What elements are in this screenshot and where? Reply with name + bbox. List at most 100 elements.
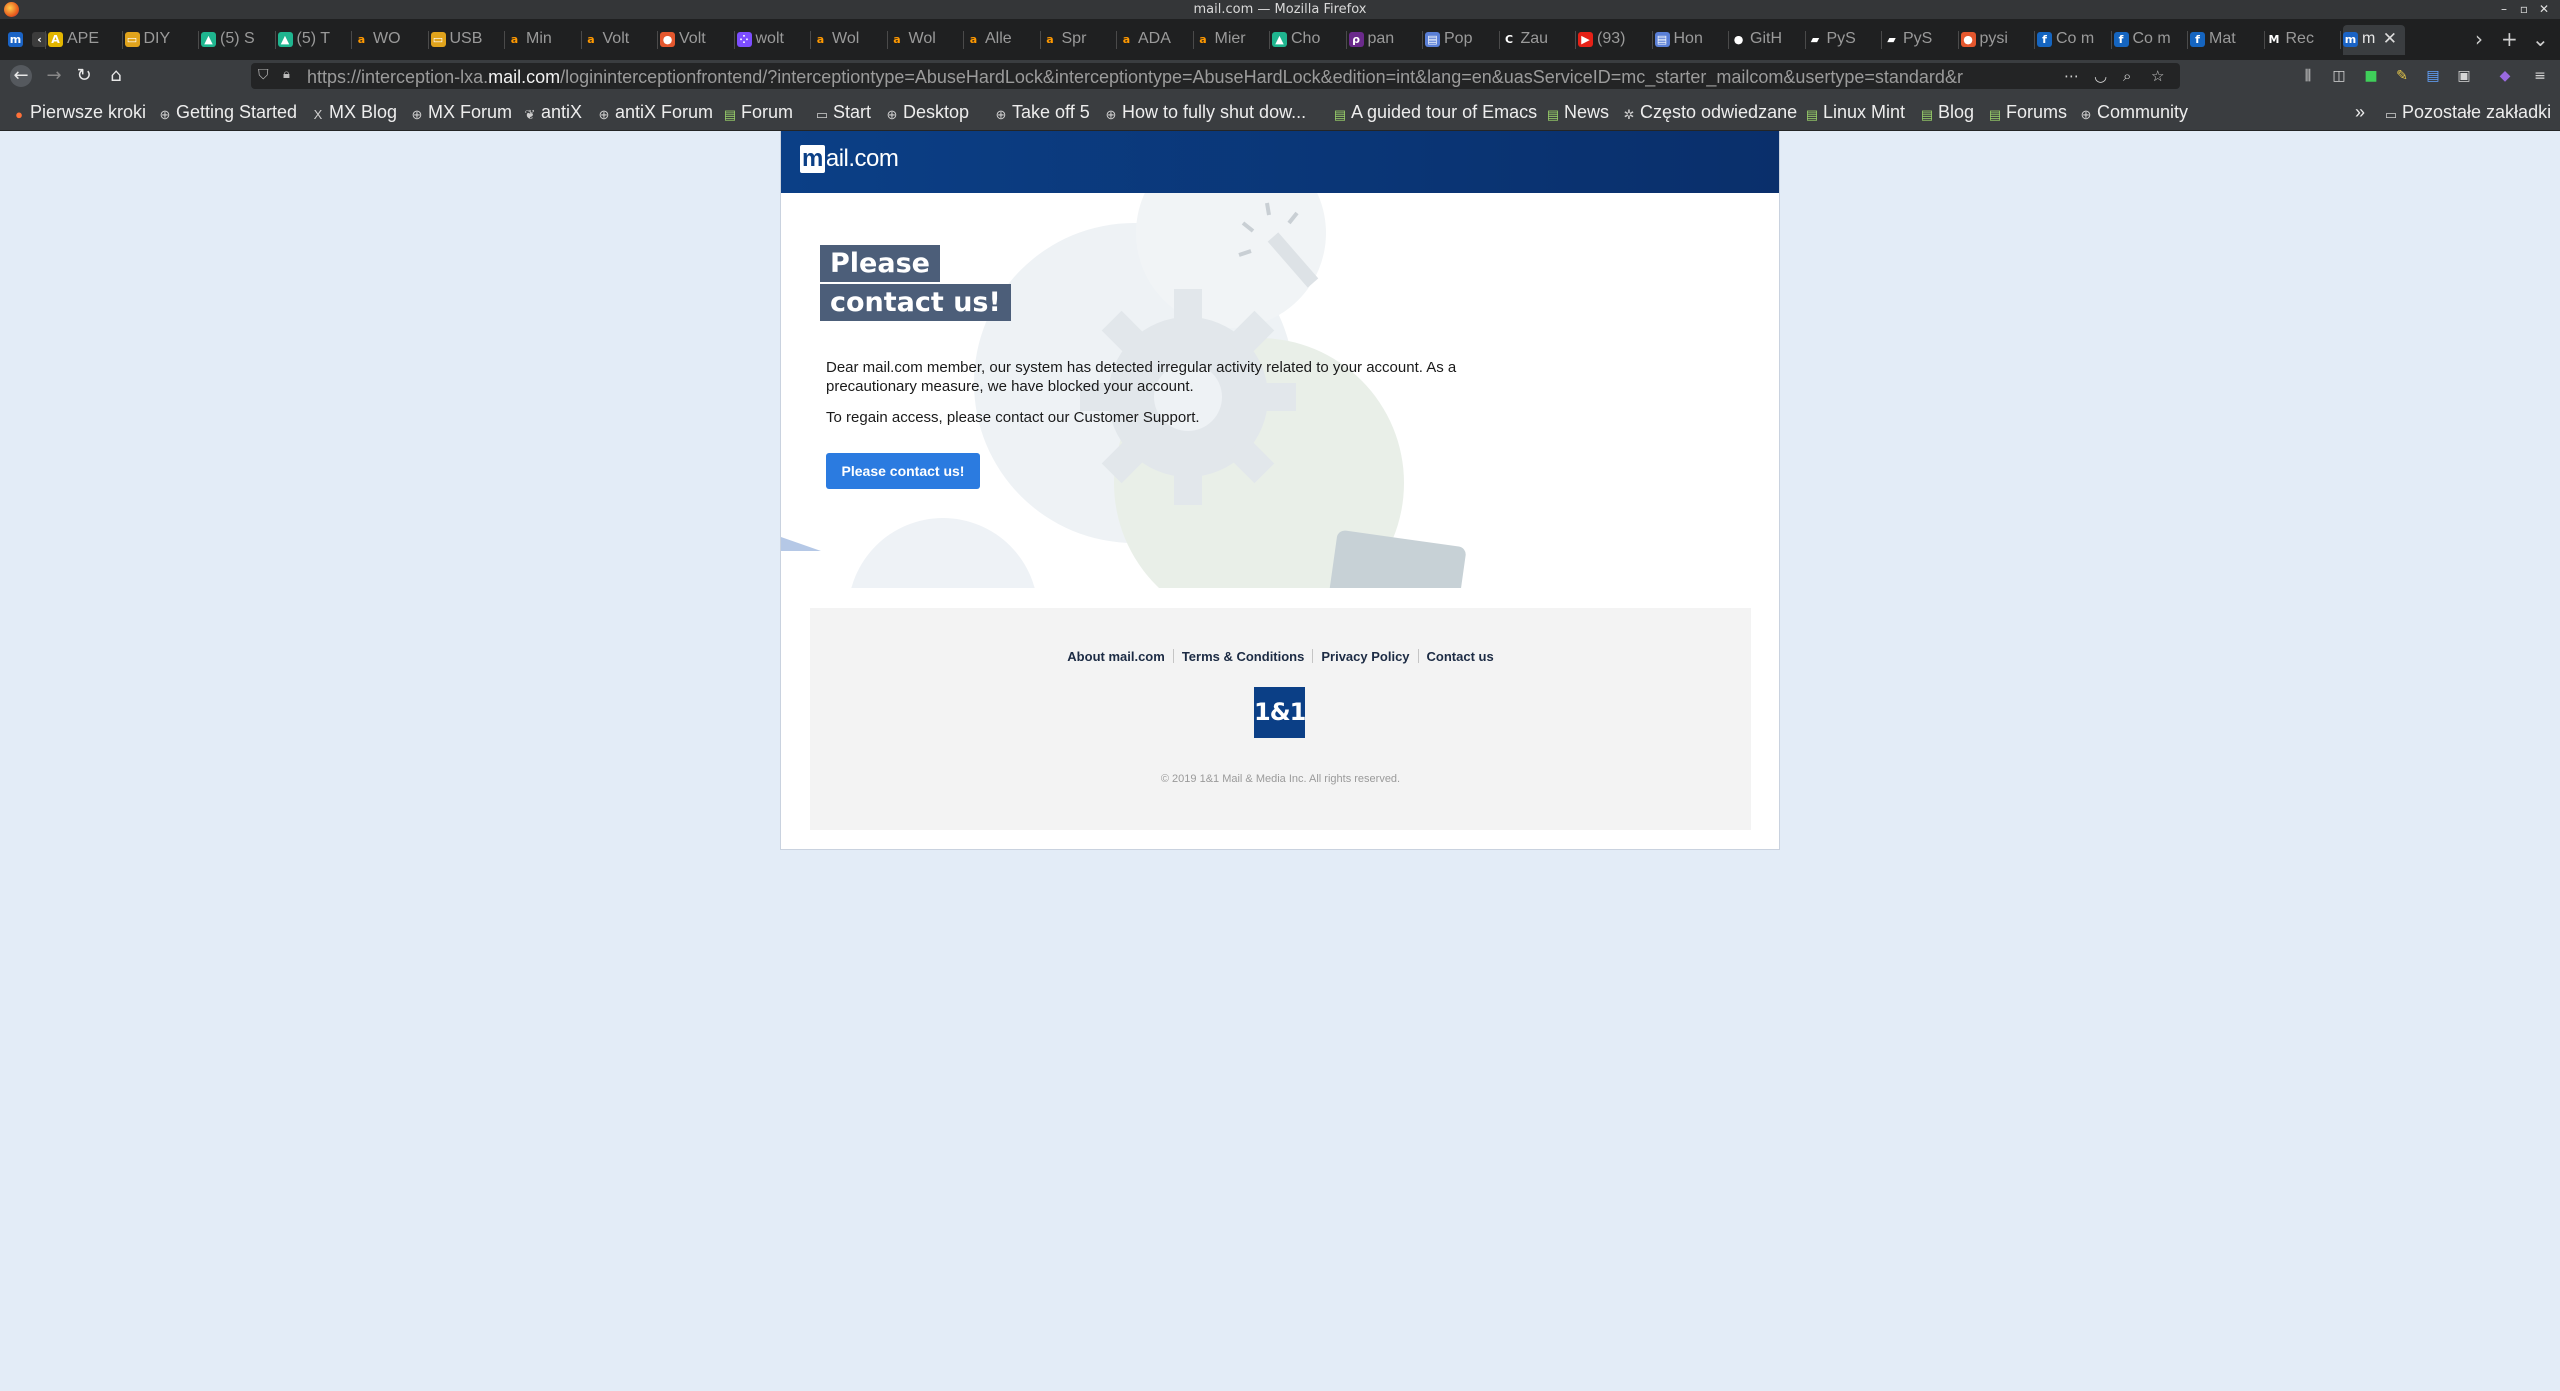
url-bar[interactable]: ⛉ 🔒︎ https://interception-lxa.mail.com/l… (251, 63, 2180, 89)
bookmark-item[interactable]: ⊕ Community (2079, 102, 2188, 123)
tab[interactable]: ▲ Cho (1272, 25, 1349, 55)
tab-label: APE (67, 30, 100, 47)
bookmark-item[interactable]: ⊕ Take off 5 (994, 102, 1090, 123)
bookmark-item[interactable]: ▤ Forum (723, 102, 793, 123)
tab-active[interactable]: m m ✕ (2343, 25, 2405, 55)
tab[interactable]: f Co m (2113, 25, 2191, 55)
tab-strip: m‹PoczA APE ▭DIY▲(5) S▲(5) TaWO▭USBaMinaVo… (0, 19, 2560, 60)
extension-box-icon[interactable]: ▣ (2455, 67, 2473, 85)
bookmark-item[interactable]: ▭ Start (815, 102, 871, 123)
bookmark-item[interactable]: ⊕ antiX Forum (597, 102, 714, 123)
bookmark-item[interactable]: ● Pierwsze kroki (12, 102, 146, 123)
bookmark-item[interactable]: ❦ antiX (523, 102, 582, 123)
tab[interactable]: ▲ (5) T (277, 25, 355, 55)
mailcom-logo[interactable]: m ail.com (800, 145, 899, 173)
maximize-icon[interactable]: ▫ (2516, 1, 2532, 17)
tab[interactable]: a Wol (813, 25, 890, 55)
url-text[interactable]: https://interception-lxa.mail.com/logini… (307, 67, 2107, 88)
tab[interactable]: ● GitH (1731, 25, 1808, 55)
tab[interactable]: m‹Pocz (8, 25, 48, 55)
tab[interactable]: ⁘ wolt (736, 25, 814, 55)
tab-scroll-right-icon[interactable]: › (2475, 29, 2483, 49)
bookmark-item[interactable]: ▤ A guided tour of Emacs (1333, 102, 1537, 123)
footer-link-contact[interactable]: Contact us (1427, 649, 1494, 664)
tab-divider (2110, 31, 2112, 49)
bookmark-item[interactable]: ⊕ Desktop (885, 102, 970, 123)
new-tab-icon[interactable]: + (2501, 29, 2518, 49)
extension-green-icon[interactable]: ■ (2362, 67, 2380, 85)
chevron-down-icon[interactable]: ⌄ (2532, 29, 2549, 49)
tab-label: m (2362, 30, 2376, 47)
bookmark-item[interactable]: X MX Blog (311, 102, 397, 123)
page-actions-icon[interactable]: ⋯ (2064, 67, 2079, 85)
tab[interactable]: a Spr (1042, 25, 1120, 55)
footer-link-about[interactable]: About mail.com (1067, 649, 1165, 664)
tab-divider (504, 31, 505, 49)
extension-pen-icon[interactable]: ✎ (2393, 67, 2411, 85)
bookmark-item[interactable]: ▤ Blog (1920, 102, 1974, 123)
forward-icon[interactable]: → (44, 66, 64, 86)
tab[interactable]: f Co m (2037, 25, 2114, 55)
tab-label: Rec (2285, 30, 2314, 47)
library-icon[interactable]: ⫼ (2299, 67, 2317, 85)
bookmark-item[interactable]: ⊕ MX Forum (410, 102, 512, 123)
pocket-icon[interactable]: ◡ (2094, 67, 2107, 85)
tab[interactable]: ▲ (5) S (201, 25, 278, 55)
tab[interactable]: a Volt (583, 25, 661, 55)
close-icon[interactable]: ✕ (2536, 1, 2552, 17)
tracking-protection-icon[interactable]: ⛉ (258, 67, 269, 83)
tab[interactable]: M Rec (2266, 25, 2344, 55)
tab[interactable]: ▭ DIY (124, 25, 202, 55)
tab[interactable]: a WO (354, 25, 431, 55)
reload-icon[interactable]: ↻ (74, 66, 94, 86)
tab[interactable]: a Alle (966, 25, 1043, 55)
bookmark-item[interactable]: ⊕ How to fully shut dow... (1104, 102, 1307, 123)
sidebar-icon[interactable]: ◫ (2330, 67, 2348, 85)
tab[interactable]: a Min (507, 25, 584, 55)
footer: About mail.com Terms & Conditions Privacy … (810, 608, 1751, 830)
content-card: m ail.com Please contact us! Dear mail.c… (780, 131, 1780, 850)
tab[interactable]: a Mier (1195, 25, 1273, 55)
tab-label: Pop (1444, 30, 1473, 47)
minimize-icon[interactable]: – (2496, 1, 2512, 17)
contact-us-button[interactable]: Please contact us! (826, 453, 980, 489)
menu-icon[interactable]: ≡ (2531, 67, 2549, 85)
tab[interactable]: ▰ PyS (1807, 25, 1885, 55)
footer-link-privacy[interactable]: Privacy Policy (1321, 649, 1409, 664)
tab[interactable]: ▤ Pop (1425, 25, 1502, 55)
tab[interactable]: f Mat (2190, 25, 2267, 55)
tab[interactable]: ● pysi (1960, 25, 2038, 55)
bookmark-star-icon[interactable]: ☆ (2151, 67, 2164, 85)
tab[interactable]: A APE (48, 25, 125, 55)
tab[interactable]: a ADA (1119, 25, 1196, 55)
extension-badge-icon[interactable]: ◆ (2496, 67, 2514, 85)
tab[interactable]: ▶ (93) (1578, 25, 1655, 55)
tab-label: PyS (1903, 30, 1933, 47)
footer-link-terms[interactable]: Terms & Conditions (1182, 649, 1305, 664)
bookmark-item[interactable]: ⊕ Getting Started (158, 102, 298, 123)
circle-favicon: ● (1960, 32, 1976, 47)
extension-screen-icon[interactable]: ▤ (2424, 67, 2442, 85)
tab-label: ADA (1138, 30, 1171, 47)
bookmark-item[interactable]: ✲ Często odwiedzane (1622, 102, 1798, 123)
tab[interactable]: ▤ Hon (1654, 25, 1732, 55)
lock-icon[interactable]: 🔒︎ (283, 67, 290, 82)
tab[interactable]: a Wol (889, 25, 967, 55)
tab[interactable]: ▭ USB (430, 25, 508, 55)
tab[interactable]: ρ pan (1348, 25, 1426, 55)
home-icon[interactable]: ⌂ (106, 66, 126, 86)
close-tab-icon[interactable]: ✕ (2383, 29, 2397, 49)
tab[interactable]: ▰ PyS (1884, 25, 1961, 55)
back-icon[interactable]: ← (10, 65, 32, 87)
bookmark-item[interactable]: ▤ Linux Mint (1805, 102, 1905, 123)
chart-favicon: ▲ (1272, 32, 1287, 47)
ape-favicon: A (48, 32, 63, 47)
bookmark-item[interactable]: ▤ News (1546, 102, 1609, 123)
one-and-one-logo: 1&1 (1254, 687, 1306, 738)
other-bookmarks[interactable]: ▭ Pozostałe zakładki (2384, 102, 2551, 123)
bookmark-item[interactable]: ▤ Forums (1988, 102, 2067, 123)
bookmarks-overflow-icon[interactable]: » (2355, 102, 2365, 123)
tab[interactable]: C Zau (1501, 25, 1579, 55)
tab[interactable]: ● Volt (660, 25, 737, 55)
search-icon[interactable]: ⌕ (2123, 67, 2131, 85)
